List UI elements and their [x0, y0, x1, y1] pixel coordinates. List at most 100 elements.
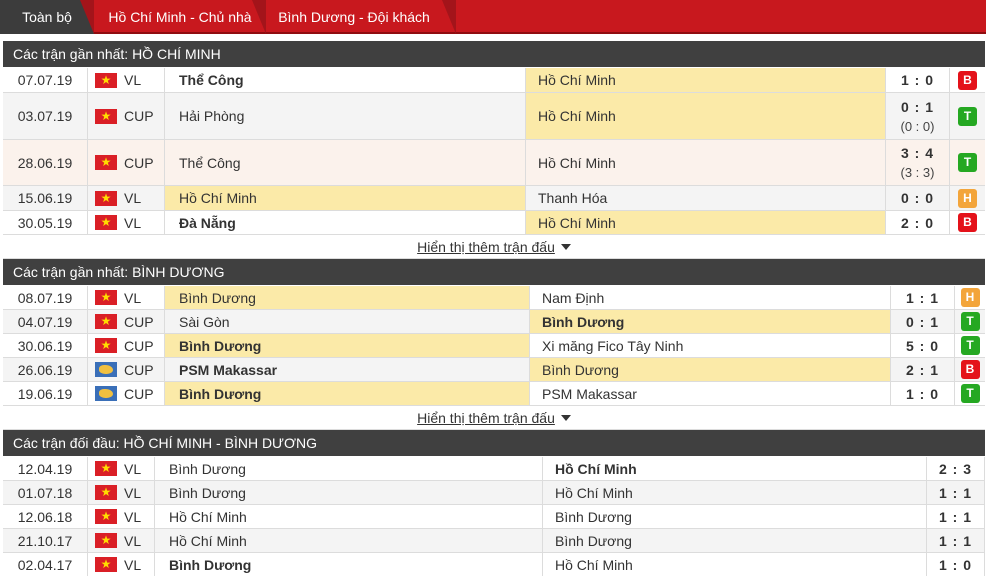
home-team[interactable]: Hồ Chí Minh — [154, 505, 543, 528]
away-team[interactable]: Hồ Chí Minh — [526, 211, 886, 234]
score-cell[interactable]: 0 : 1 (0 : 0) — [886, 93, 950, 139]
result-cell: B — [950, 211, 985, 234]
result-badge: H — [960, 288, 980, 307]
score-cell[interactable]: 1 : 1 — [927, 505, 985, 528]
result-cell: T — [955, 334, 985, 357]
match-row[interactable]: 30.06.19 CUP Bình DươngXi măng Fico Tây Ni… — [3, 334, 985, 358]
score: 1 : 0 — [905, 385, 939, 402]
tab-home-team[interactable]: Hồ Chí Minh - Chủ nhà — [94, 0, 266, 34]
match-date: 02.04.17 — [3, 553, 88, 576]
match-row[interactable]: 04.07.19 CUP Sài GònBình Dương 0 : 1 T — [3, 310, 985, 334]
result-cell: T — [950, 140, 985, 185]
away-team[interactable]: PSM Makassar — [530, 382, 891, 405]
away-team[interactable]: Hồ Chí Minh — [526, 140, 886, 185]
score-cell[interactable]: 2 : 0 — [886, 211, 950, 234]
score-cell[interactable]: 0 : 0 — [886, 186, 950, 210]
home-team[interactable]: PSM Makassar — [164, 358, 530, 381]
score-cell[interactable]: 1 : 1 — [891, 286, 955, 309]
match-row[interactable]: 12.06.18VLHồ Chí MinhBình Dương1 : 1 — [3, 505, 985, 529]
away-team[interactable]: Bình Dương — [530, 310, 891, 333]
match-row[interactable]: 07.07.19 VL Thể CôngHồ Chí Minh 1 : 0 B — [3, 68, 985, 93]
vietnam-flag-icon — [95, 336, 117, 354]
home-team[interactable]: Bình Dương — [154, 481, 543, 504]
home-team[interactable]: Bình Dương — [164, 334, 530, 357]
flag-cell — [88, 93, 124, 139]
home-team[interactable]: Hải Phòng — [164, 93, 526, 139]
result-cell: T — [955, 310, 985, 333]
score-cell[interactable]: 1 : 0 — [891, 382, 955, 405]
home-team[interactable]: Bình Dương — [154, 457, 543, 480]
match-row[interactable]: 03.07.19 CUP Hải PhòngHồ Chí Minh 0 : 1 (0 :… — [3, 93, 985, 140]
result-badge: T — [958, 106, 977, 126]
match-row[interactable]: 19.06.19 CUP Bình Dương PSM Makassar 1 : 0 T — [3, 382, 985, 406]
vietnam-flag-icon — [95, 555, 117, 573]
match-row[interactable]: 02.04.17VLBình DươngHồ Chí Minh1 : 0 — [3, 553, 985, 576]
competition: CUP — [124, 313, 154, 330]
score: 2 : 0 — [900, 214, 934, 231]
away-team[interactable]: Hồ Chí Minh — [543, 457, 927, 480]
away-team[interactable]: Hồ Chí Minh — [526, 93, 886, 139]
away-team[interactable]: Thanh Hóa — [526, 186, 886, 210]
match-row[interactable]: 21.10.17VLHồ Chí MinhBình Dương1 : 1 — [3, 529, 985, 553]
flag-cell — [88, 553, 124, 576]
caret-down-icon[interactable] — [560, 414, 571, 421]
match-row[interactable]: 08.07.19 VL Bình DươngNam Định 1 : 1 H — [3, 286, 985, 310]
tab-separator — [80, 0, 94, 34]
caret-down-icon[interactable] — [560, 243, 571, 250]
result-cell: T — [955, 382, 985, 405]
flag-cell — [88, 286, 124, 309]
vietnam-flag-icon — [95, 507, 117, 525]
flag-cell — [88, 140, 124, 185]
vietnam-flag-icon — [95, 107, 117, 125]
match-row[interactable]: 01.07.18VLBình DươngHồ Chí Minh1 : 1 — [3, 481, 985, 505]
home-team[interactable]: Đà Nẵng — [164, 211, 526, 234]
home-team[interactable]: Thể Công — [164, 68, 526, 92]
match-row[interactable]: 28.06.19 CUP Thể CôngHồ Chí Minh 3 : 4 (3 : … — [3, 140, 985, 186]
match-date: 15.06.19 — [3, 186, 88, 210]
score-cell[interactable]: 1 : 0 — [886, 68, 950, 92]
result-badge: T — [958, 153, 977, 172]
home-team[interactable]: Sài Gòn — [164, 310, 530, 333]
show-more-link[interactable]: Hiển thị thêm trận đấu — [417, 239, 555, 255]
competition: CUP — [124, 337, 154, 354]
match-row[interactable]: 12.04.19VLBình DươngHồ Chí Minh2 : 3 — [3, 457, 985, 481]
home-team[interactable]: Hồ Chí Minh — [154, 529, 543, 552]
competition: CUP — [124, 361, 154, 378]
home-team[interactable]: Bình Dương — [164, 382, 530, 405]
match-date: 04.07.19 — [3, 310, 88, 333]
away-team[interactable]: Nam Định — [530, 286, 891, 309]
match-date: 07.07.19 — [3, 68, 88, 92]
tab-bar: Toàn bộ Hồ Chí Minh - Chủ nhà Bình Dương… — [0, 0, 986, 34]
result-badge: B — [958, 213, 977, 232]
match-date: 30.06.19 — [3, 334, 88, 357]
score-cell[interactable]: 1 : 1 — [927, 529, 985, 552]
away-team[interactable]: Bình Dương — [530, 358, 891, 381]
match-row[interactable]: 26.06.19 CUP PSM Makassar Bình Dương 2 : 1 B — [3, 358, 985, 382]
away-team[interactable]: Hồ Chí Minh — [543, 553, 927, 576]
score-cell[interactable]: 2 : 3 — [927, 457, 985, 480]
score-cell[interactable]: 0 : 1 — [891, 310, 955, 333]
score-cell[interactable]: 1 : 1 — [927, 481, 985, 504]
score-cell[interactable]: 2 : 1 — [891, 358, 955, 381]
score-cell[interactable]: 5 : 0 — [891, 334, 955, 357]
away-team[interactable]: Hồ Chí Minh — [526, 68, 886, 92]
tab-away-team[interactable]: Bình Dương - Đội khách — [266, 0, 442, 34]
away-team[interactable]: Bình Dương — [543, 505, 927, 528]
home-team[interactable]: Hồ Chí Minh — [164, 186, 526, 210]
home-team[interactable]: Thể Công — [164, 140, 526, 185]
home-team[interactable]: Bình Dương — [164, 286, 530, 309]
competition: VL — [124, 72, 142, 88]
flag-cell — [88, 457, 124, 480]
away-team[interactable]: Xi măng Fico Tây Ninh — [530, 334, 891, 357]
away-team[interactable]: Hồ Chí Minh — [543, 481, 927, 504]
world-flag-icon — [95, 362, 117, 377]
result-badge: B — [960, 360, 980, 379]
show-more-link[interactable]: Hiển thị thêm trận đấu — [417, 410, 555, 426]
vietnam-flag-icon — [95, 531, 117, 549]
score-cell[interactable]: 1 : 0 — [927, 553, 985, 576]
match-row[interactable]: 15.06.19 VL Hồ Chí MinhThanh Hóa 0 : 0 H — [3, 186, 985, 211]
away-team[interactable]: Bình Dương — [543, 529, 927, 552]
score-cell[interactable]: 3 : 4 (3 : 3) — [886, 140, 950, 185]
match-row[interactable]: 30.05.19 VL Đà NẵngHồ Chí Minh 2 : 0 B — [3, 211, 985, 235]
home-team[interactable]: Bình Dương — [154, 553, 543, 576]
